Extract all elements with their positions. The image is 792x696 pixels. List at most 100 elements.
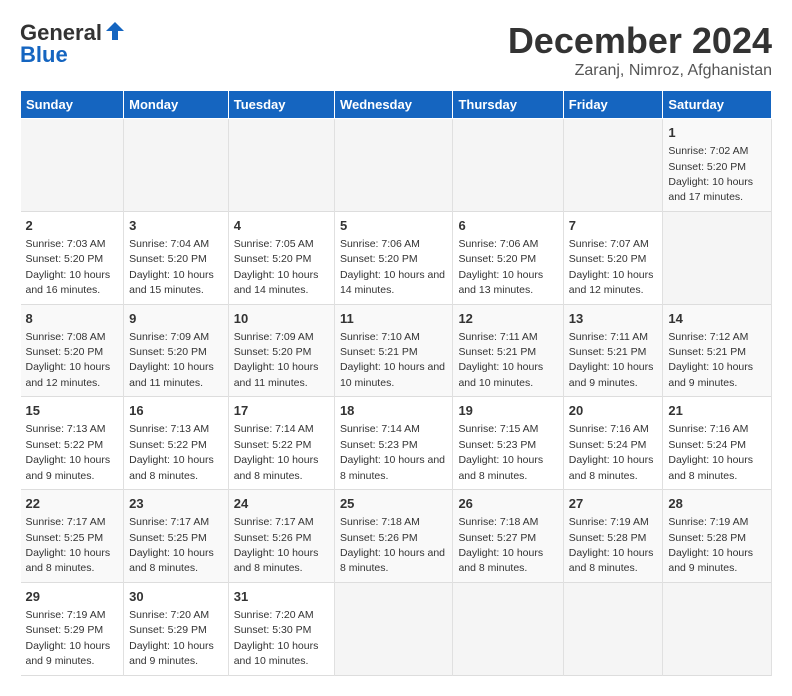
day-number: 10	[234, 310, 329, 328]
page-header: General Blue December 2024 Zaranj, Nimro…	[20, 20, 772, 80]
title-block: December 2024 Zaranj, Nimroz, Afghanista…	[508, 20, 772, 80]
day-info: Sunrise: 7:18 AMSunset: 5:27 PMDaylight:…	[458, 516, 543, 574]
day-number: 26	[458, 495, 557, 513]
logo-blue: Blue	[20, 42, 68, 68]
calendar-week-3: 8 Sunrise: 7:08 AMSunset: 5:20 PMDaylight…	[21, 304, 772, 397]
calendar-week-5: 22 Sunrise: 7:17 AMSunset: 5:25 PMDayligh…	[21, 490, 772, 583]
day-number: 15	[26, 402, 119, 420]
day-info: Sunrise: 7:06 AMSunset: 5:20 PMDaylight:…	[458, 238, 543, 296]
day-number: 27	[569, 495, 658, 513]
day-cell-3: 3 Sunrise: 7:04 AMSunset: 5:20 PMDaylight…	[124, 211, 229, 304]
day-number: 4	[234, 217, 329, 235]
day-number: 11	[340, 310, 448, 328]
day-cell-9: 9Sunrise: 7:09 AMSunset: 5:20 PMDaylight…	[124, 304, 229, 397]
day-info: Sunrise: 7:20 AMSunset: 5:29 PMDaylight:…	[129, 609, 214, 667]
day-info: Sunrise: 7:11 AMSunset: 5:21 PMDaylight:…	[569, 331, 654, 389]
day-number: 18	[340, 402, 448, 420]
day-info: Sunrise: 7:10 AMSunset: 5:21 PMDaylight:…	[340, 331, 445, 389]
day-number: 25	[340, 495, 448, 513]
calendar-week-4: 15 Sunrise: 7:13 AMSunset: 5:22 PMDayligh…	[21, 397, 772, 490]
day-info: Sunrise: 7:14 AMSunset: 5:22 PMDaylight:…	[234, 423, 319, 481]
day-number: 2	[26, 217, 119, 235]
day-number: 21	[668, 402, 766, 420]
day-info: Sunrise: 7:05 AMSunset: 5:20 PMDaylight:…	[234, 238, 319, 296]
day-info: Sunrise: 7:04 AMSunset: 5:20 PMDaylight:…	[129, 238, 214, 296]
day-number: 28	[668, 495, 766, 513]
day-info: Sunrise: 7:11 AMSunset: 5:21 PMDaylight:…	[458, 331, 543, 389]
day-cell-26: 26 Sunrise: 7:18 AMSunset: 5:27 PMDayligh…	[453, 490, 563, 583]
month-title: December 2024	[508, 20, 772, 62]
day-number: 13	[569, 310, 658, 328]
day-cell-14: 14 Sunrise: 7:12 AMSunset: 5:21 PMDayligh…	[663, 304, 772, 397]
day-number: 24	[234, 495, 329, 513]
day-cell-1: 1 Sunrise: 7:02 AMSunset: 5:20 PMDaylight…	[663, 119, 772, 212]
day-info: Sunrise: 7:08 AMSunset: 5:20 PMDaylight:…	[26, 331, 111, 389]
day-cell-25: 25 Sunrise: 7:18 AMSunset: 5:26 PMDayligh…	[334, 490, 453, 583]
day-cell-27: 27Sunrise: 7:19 AMSunset: 5:28 PMDayligh…	[563, 490, 663, 583]
day-cell-7: 7Sunrise: 7:07 AMSunset: 5:20 PMDaylight…	[563, 211, 663, 304]
empty-cell	[228, 119, 334, 212]
day-cell-18: 18 Sunrise: 7:14 AMSunset: 5:23 PMDayligh…	[334, 397, 453, 490]
empty-cell	[663, 582, 772, 675]
location: Zaranj, Nimroz, Afghanistan	[508, 62, 772, 80]
day-cell-24: 24 Sunrise: 7:17 AMSunset: 5:26 PMDayligh…	[228, 490, 334, 583]
day-number: 22	[26, 495, 119, 513]
day-info: Sunrise: 7:19 AMSunset: 5:29 PMDaylight:…	[26, 609, 111, 667]
day-cell-28: 28Sunrise: 7:19 AMSunset: 5:28 PMDayligh…	[663, 490, 772, 583]
day-info: Sunrise: 7:09 AMSunset: 5:20 PMDaylight:…	[234, 331, 319, 389]
day-cell-5: 5 Sunrise: 7:06 AMSunset: 5:20 PMDaylight…	[334, 211, 453, 304]
day-info: Sunrise: 7:17 AMSunset: 5:25 PMDaylight:…	[26, 516, 111, 574]
day-cell-22: 22 Sunrise: 7:17 AMSunset: 5:25 PMDayligh…	[21, 490, 124, 583]
day-number: 3	[129, 217, 223, 235]
day-info: Sunrise: 7:07 AMSunset: 5:20 PMDaylight:…	[569, 238, 654, 296]
day-header-thursday: Thursday	[453, 91, 563, 119]
empty-cell	[124, 119, 229, 212]
day-info: Sunrise: 7:17 AMSunset: 5:26 PMDaylight:…	[234, 516, 319, 574]
logo: General Blue	[20, 20, 126, 68]
calendar-table: SundayMondayTuesdayWednesdayThursdayFrid…	[20, 90, 772, 676]
day-header-friday: Friday	[563, 91, 663, 119]
day-number: 6	[458, 217, 557, 235]
empty-cell	[563, 582, 663, 675]
calendar-week-2: 2 Sunrise: 7:03 AMSunset: 5:20 PMDaylight…	[21, 211, 772, 304]
day-header-monday: Monday	[124, 91, 229, 119]
day-info: Sunrise: 7:16 AMSunset: 5:24 PMDaylight:…	[569, 423, 654, 481]
day-info: Sunrise: 7:14 AMSunset: 5:23 PMDaylight:…	[340, 423, 445, 481]
day-cell-23: 23Sunrise: 7:17 AMSunset: 5:25 PMDayligh…	[124, 490, 229, 583]
day-info: Sunrise: 7:03 AMSunset: 5:20 PMDaylight:…	[26, 238, 111, 296]
day-info: Sunrise: 7:06 AMSunset: 5:20 PMDaylight:…	[340, 238, 445, 296]
day-cell-19: 19 Sunrise: 7:15 AMSunset: 5:23 PMDayligh…	[453, 397, 563, 490]
day-header-wednesday: Wednesday	[334, 91, 453, 119]
day-cell-4: 4 Sunrise: 7:05 AMSunset: 5:20 PMDaylight…	[228, 211, 334, 304]
day-header-tuesday: Tuesday	[228, 91, 334, 119]
day-cell-8: 8 Sunrise: 7:08 AMSunset: 5:20 PMDaylight…	[21, 304, 124, 397]
day-number: 17	[234, 402, 329, 420]
day-number: 8	[26, 310, 119, 328]
day-cell-31: 31 Sunrise: 7:20 AMSunset: 5:30 PMDayligh…	[228, 582, 334, 675]
day-cell-30: 30 Sunrise: 7:20 AMSunset: 5:29 PMDayligh…	[124, 582, 229, 675]
day-number: 31	[234, 588, 329, 606]
day-info: Sunrise: 7:20 AMSunset: 5:30 PMDaylight:…	[234, 609, 319, 667]
day-number: 14	[668, 310, 766, 328]
calendar-week-1: 1 Sunrise: 7:02 AMSunset: 5:20 PMDaylight…	[21, 119, 772, 212]
day-number: 9	[129, 310, 223, 328]
empty-cell	[334, 582, 453, 675]
day-cell-10: 10 Sunrise: 7:09 AMSunset: 5:20 PMDayligh…	[228, 304, 334, 397]
day-cell-17: 17 Sunrise: 7:14 AMSunset: 5:22 PMDayligh…	[228, 397, 334, 490]
day-header-sunday: Sunday	[21, 91, 124, 119]
day-cell-29: 29Sunrise: 7:19 AMSunset: 5:29 PMDayligh…	[21, 582, 124, 675]
day-info: Sunrise: 7:13 AMSunset: 5:22 PMDaylight:…	[129, 423, 214, 481]
day-number: 5	[340, 217, 448, 235]
day-info: Sunrise: 7:15 AMSunset: 5:23 PMDaylight:…	[458, 423, 543, 481]
day-number: 19	[458, 402, 557, 420]
day-info: Sunrise: 7:12 AMSunset: 5:21 PMDaylight:…	[668, 331, 753, 389]
day-number: 30	[129, 588, 223, 606]
day-info: Sunrise: 7:02 AMSunset: 5:20 PMDaylight:…	[668, 145, 753, 203]
day-info: Sunrise: 7:18 AMSunset: 5:26 PMDaylight:…	[340, 516, 445, 574]
day-number: 1	[668, 124, 766, 142]
day-cell-13: 13 Sunrise: 7:11 AMSunset: 5:21 PMDayligh…	[563, 304, 663, 397]
day-number: 23	[129, 495, 223, 513]
calendar-week-6: 29Sunrise: 7:19 AMSunset: 5:29 PMDayligh…	[21, 582, 772, 675]
day-info: Sunrise: 7:13 AMSunset: 5:22 PMDaylight:…	[26, 423, 111, 481]
day-cell-11: 11 Sunrise: 7:10 AMSunset: 5:21 PMDayligh…	[334, 304, 453, 397]
